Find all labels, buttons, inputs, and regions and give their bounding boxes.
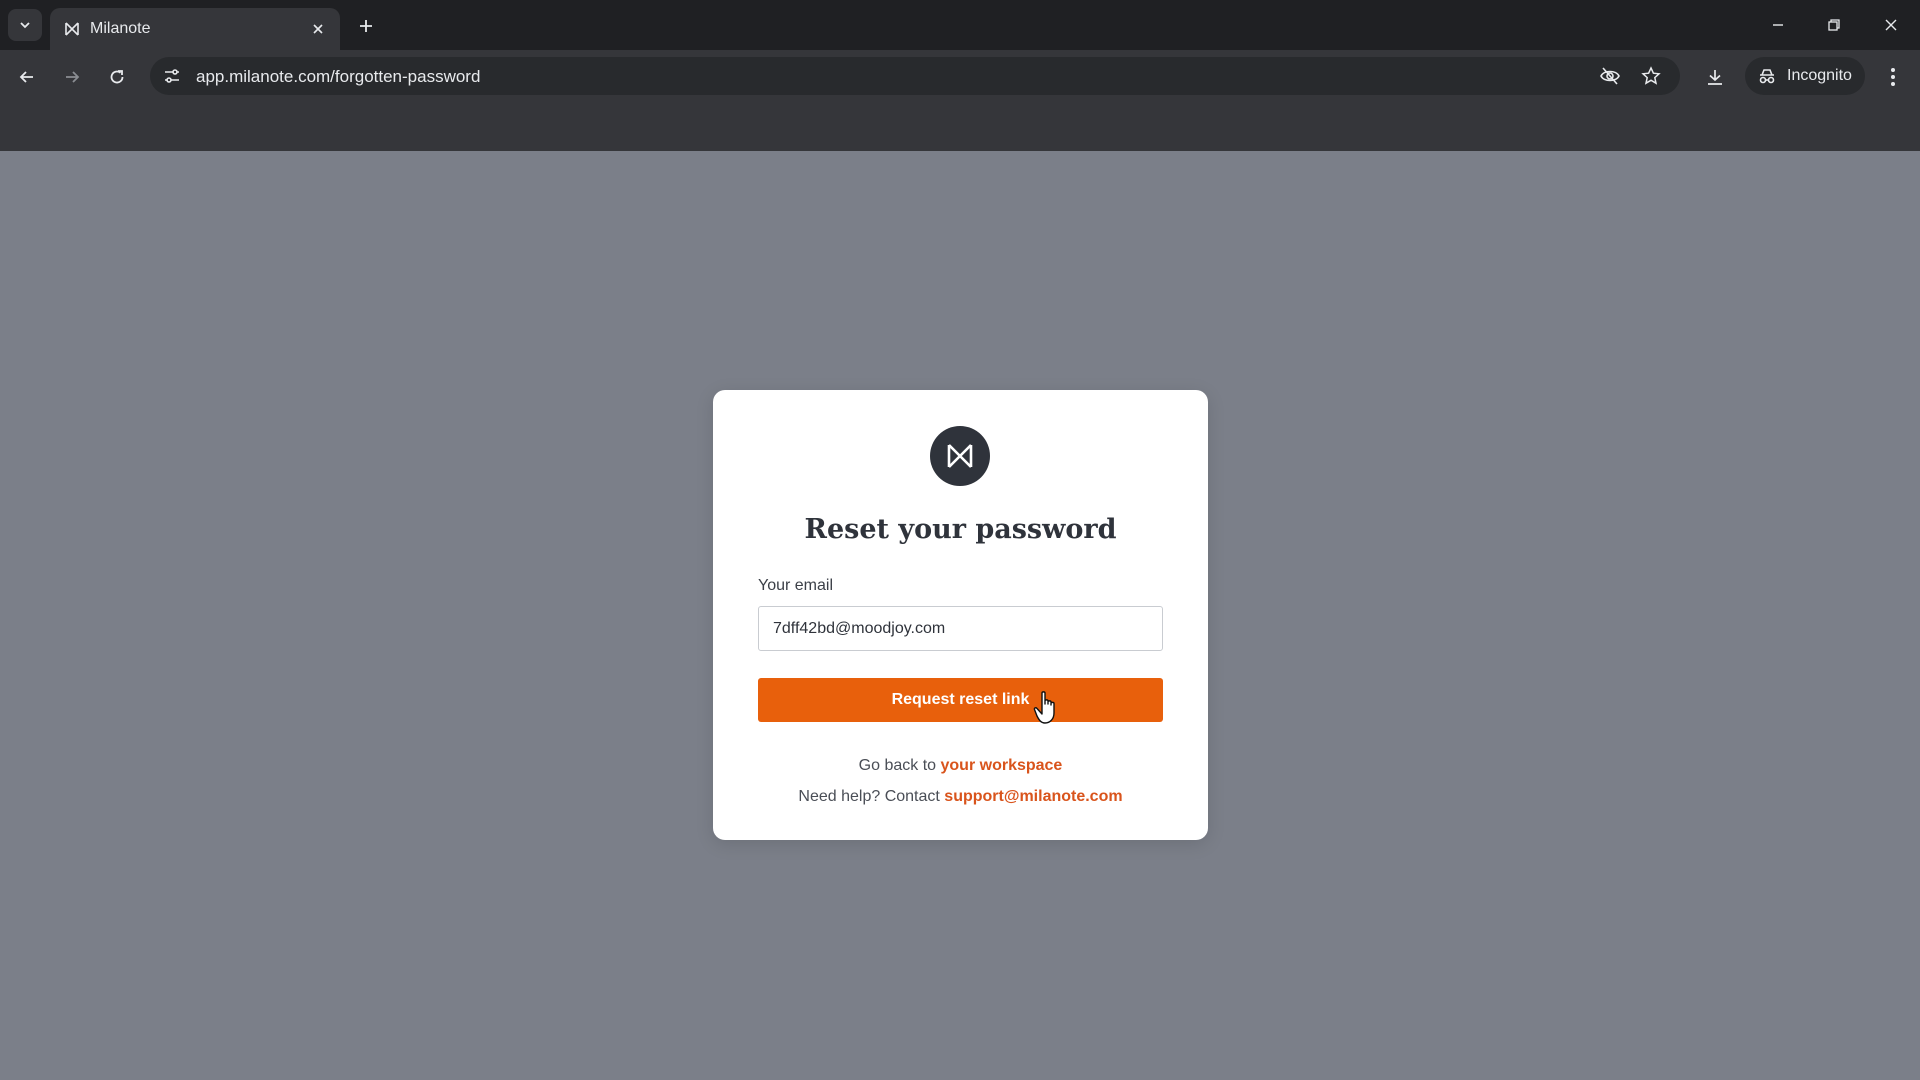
tab-search-button[interactable]: [8, 9, 42, 41]
reset-password-card: Reset your password Your email Request r…: [713, 390, 1208, 840]
bookmark-bar: [0, 102, 1920, 151]
support-email-link[interactable]: support@milanote.com: [944, 788, 1122, 805]
page-title: Reset your password: [804, 514, 1117, 545]
download-icon: [1708, 70, 1722, 85]
tab-bar: Milanote: [0, 0, 1920, 50]
tab-title: Milanote: [90, 20, 151, 37]
incognito-label: Incognito: [1787, 67, 1852, 84]
incognito-icon: [1759, 69, 1775, 84]
close-icon: [1885, 19, 1897, 31]
downloads-button[interactable]: [1700, 62, 1730, 92]
site-info-button[interactable]: [160, 64, 184, 88]
browser-menu-button[interactable]: [1878, 62, 1908, 92]
reload-icon: [110, 70, 124, 84]
address-bar[interactable]: app.milanote.com/forgotten-password: [150, 57, 1680, 95]
tab-close-button[interactable]: [308, 19, 328, 39]
forward-button[interactable]: [57, 62, 87, 92]
star-icon: [1641, 66, 1661, 85]
plus-icon: [360, 20, 372, 32]
reload-button[interactable]: [102, 62, 132, 92]
hand-pointer-cursor-icon: [1033, 691, 1055, 724]
back-button[interactable]: [12, 62, 42, 92]
email-field[interactable]: [758, 606, 1163, 651]
milanote-logo: [930, 426, 990, 486]
bookmark-star-button[interactable]: [1639, 64, 1663, 88]
page-backdrop: Reset your password Your email Request r…: [0, 151, 1920, 1080]
arrow-right-icon: [66, 71, 80, 83]
close-window-button[interactable]: [1871, 10, 1911, 40]
request-reset-link-button[interactable]: Request reset link: [758, 678, 1163, 722]
tracking-protection-button[interactable]: [1598, 64, 1622, 88]
back-text: Go back to: [858, 757, 937, 774]
help-line: Need help? Contact support@milanote.com: [713, 788, 1208, 806]
tune-icon: [165, 69, 179, 83]
minimize-button[interactable]: [1758, 10, 1798, 40]
incognito-indicator[interactable]: Incognito: [1745, 57, 1865, 95]
eye-off-icon: [1600, 67, 1620, 85]
your-workspace-link[interactable]: your workspace: [941, 757, 1063, 774]
minimize-icon: [1773, 24, 1783, 26]
tab-milanote[interactable]: Milanote: [50, 8, 340, 50]
milanote-logo-icon: [947, 444, 973, 468]
close-icon: [313, 24, 323, 34]
email-label: Your email: [758, 577, 834, 594]
arrow-left-icon: [19, 71, 33, 83]
url-text[interactable]: app.milanote.com/forgotten-password: [196, 67, 480, 87]
restore-icon: [1828, 19, 1840, 31]
help-text: Need help? Contact: [798, 788, 940, 805]
browser-toolbar: app.milanote.com/forgotten-password Inco…: [0, 50, 1920, 102]
new-tab-button[interactable]: [352, 12, 380, 40]
restore-button[interactable]: [1814, 10, 1854, 40]
chevron-down-icon: [20, 22, 30, 29]
milanote-favicon-icon: [65, 22, 79, 36]
back-to-workspace-line: Go back to your workspace: [713, 757, 1208, 775]
more-vertical-icon: [1891, 68, 1895, 86]
